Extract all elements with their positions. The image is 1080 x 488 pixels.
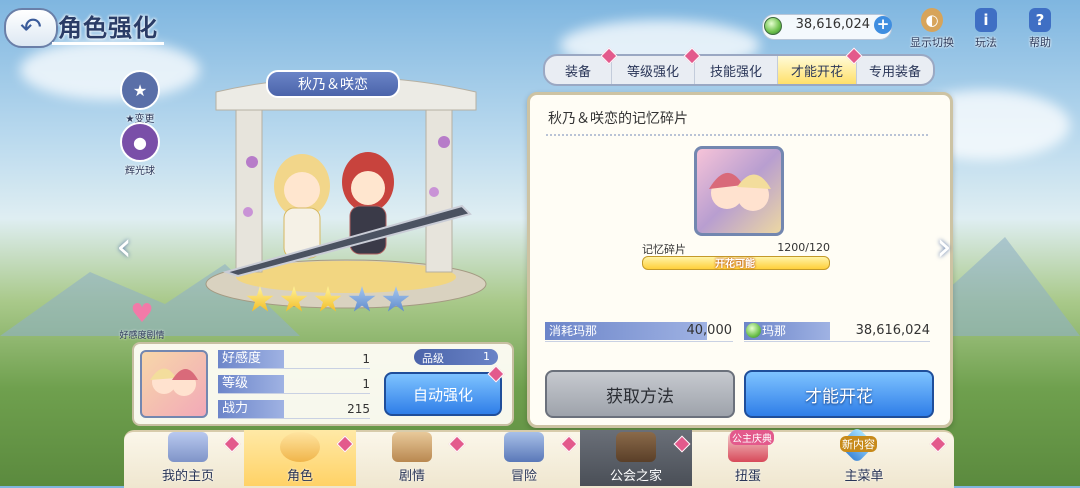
star-change-button[interactable]: ★ ★变更 [118, 70, 162, 125]
previous-character-arrow-icon[interactable]: ‹ [116, 224, 132, 270]
rank-badge: 品级 1 [414, 349, 498, 365]
tab-talent-bloom[interactable]: 才能开花 [778, 47, 863, 84]
nav-label: 公会之家 [609, 469, 662, 484]
nav-story[interactable]: 剧情 [356, 430, 468, 486]
talent-bloom-button[interactable]: 才能开花 [744, 370, 934, 418]
mana-gem-icon [764, 17, 782, 35]
glow-orb-label: 辉光球 [125, 166, 155, 177]
memory-piece-portrait [694, 146, 784, 236]
tab-label: 装备 [564, 64, 591, 80]
tab-equipment[interactable]: 装备 [545, 47, 618, 84]
title-underline [52, 42, 164, 45]
sword [222, 198, 478, 278]
nav-main-menu[interactable]: 新内容 主菜单 [804, 426, 924, 486]
info-icon: i [975, 8, 997, 32]
display-switch-icon: ◐ [921, 8, 943, 32]
enhance-tabs: 装备 等级强化 技能强化 才能开花 专用装备 [543, 47, 935, 86]
nav-label: 剧情 [398, 469, 425, 484]
gacha-badge: 公主庆典 [730, 430, 774, 445]
mana-value: 38,616,024 [795, 17, 870, 32]
power-value: 215 [347, 402, 370, 416]
adventure-sword-icon [504, 432, 544, 462]
nav-label: 扭蛋 [734, 469, 761, 484]
star-change-icon: ★ [120, 70, 160, 110]
obtain-method-button[interactable]: 获取方法 [545, 370, 735, 418]
divider [545, 341, 733, 342]
auto-enhance-button[interactable]: 自动强化 [384, 372, 502, 416]
affection-value: 1 [362, 352, 370, 366]
tab-label: 技能强化 [709, 64, 762, 80]
help-button[interactable]: ? 帮助 [1012, 8, 1068, 50]
new-content-badge: 新内容 [840, 436, 877, 452]
divider [546, 134, 928, 136]
nav-adventure[interactable]: 冒险 [468, 430, 580, 486]
affection-story-label: 好感度剧情 [119, 331, 165, 341]
add-mana-button[interactable]: + [874, 16, 892, 34]
nav-label: 主菜单 [844, 469, 884, 484]
help-icon: ? [1029, 8, 1051, 32]
mana-balance-value: 38,616,024 [855, 323, 930, 338]
memory-piece-count: 1200/120 [777, 241, 830, 254]
gameplay-label: 玩法 [975, 36, 997, 49]
tab-level-up[interactable]: 等级强化 [612, 47, 701, 84]
tab-label: 等级强化 [626, 64, 679, 80]
character-thumbnail [140, 350, 208, 418]
divider [218, 418, 370, 419]
panel-title: 秋乃＆咲恋的记忆碎片 [548, 111, 688, 127]
affection-story-button[interactable]: ♥ 好感度剧情 [118, 300, 166, 341]
mana-gem-icon [746, 323, 761, 338]
level-label: 等级 [218, 375, 284, 393]
rank-label: 品级 [422, 352, 444, 365]
display-switch-button[interactable]: ◐ 显示切换 [904, 8, 960, 50]
nav-label: 角色 [286, 469, 313, 484]
tab-skill[interactable]: 技能强化 [695, 56, 778, 84]
page-title-wrap: 角色强化 [58, 8, 178, 46]
next-character-arrow-icon[interactable]: › [936, 224, 952, 270]
gameplay-button[interactable]: i 玩法 [958, 8, 1014, 50]
back-button[interactable]: ↶ [4, 8, 58, 48]
divider [744, 341, 930, 342]
nav-character[interactable]: 角色 [244, 430, 356, 486]
story-scroll-icon [392, 432, 432, 462]
nav-gacha[interactable]: 公主庆典 扭蛋 [692, 430, 804, 486]
display-switch-label: 显示切换 [910, 36, 954, 49]
affection-label: 好感度 [218, 350, 284, 368]
divider [218, 393, 370, 394]
nav-guild-house[interactable]: 公会之家 [580, 430, 692, 486]
glow-orb-button[interactable]: ● 辉光球 [118, 122, 162, 177]
character-icon [280, 432, 320, 462]
guild-door-icon [616, 432, 656, 462]
power-label: 战力 [218, 400, 284, 418]
divider [218, 368, 370, 369]
nav-label: 我的主页 [161, 469, 214, 484]
page-title: 角色强化 [58, 14, 158, 42]
tab-unique-equipment[interactable]: 专用装备 [857, 56, 933, 84]
help-label: 帮助 [1029, 36, 1051, 49]
nav-label: 冒险 [510, 469, 537, 484]
cloud [20, 40, 200, 100]
mana-label: 玛那 [762, 324, 787, 338]
tab-label: 才能开花 [790, 64, 843, 80]
back-arrow-icon: ↶ [20, 13, 42, 43]
level-value: 1 [362, 377, 370, 391]
bloom-available-text: 开花可能 [715, 259, 755, 270]
glow-orb-icon: ● [120, 122, 160, 162]
rank-value: 1 [483, 350, 490, 363]
home-castle-icon [168, 432, 208, 462]
character-name: 秋乃＆咲恋 [266, 70, 400, 98]
tab-label: 专用装备 [868, 64, 921, 80]
heart-icon: ♥ [130, 299, 154, 329]
cost-value: 40,000 [686, 323, 733, 338]
